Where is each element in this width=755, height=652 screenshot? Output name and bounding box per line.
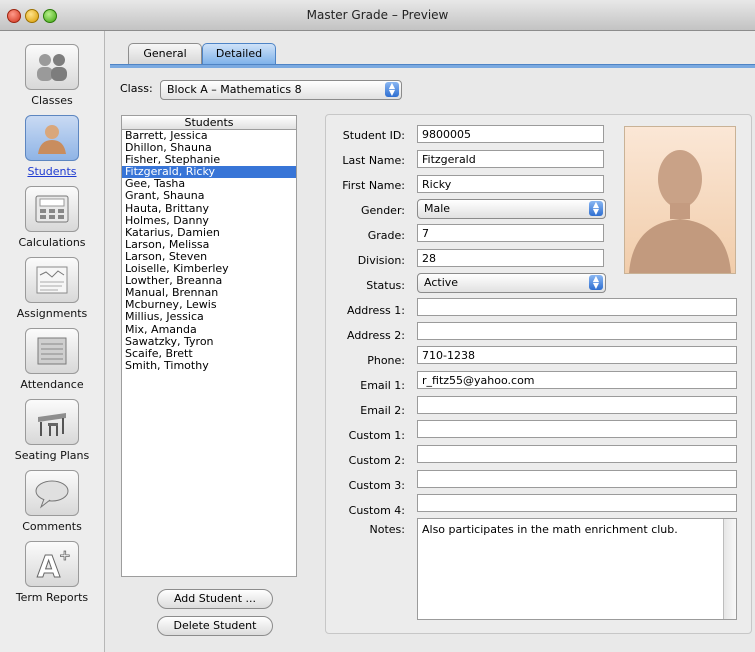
phone-label: Phone: bbox=[367, 354, 405, 367]
sidebar: Classes Students Calculations Assignment… bbox=[0, 31, 105, 652]
student-id-field[interactable]: 9800005 bbox=[417, 125, 604, 143]
notes-scrollbar[interactable] bbox=[723, 519, 736, 619]
class-label: Class: bbox=[120, 82, 153, 95]
speech-bubble-icon bbox=[25, 470, 79, 516]
sidebar-item-label: Students bbox=[27, 165, 77, 178]
phone-field[interactable]: 710-1238 bbox=[417, 346, 737, 364]
notes-textarea[interactable]: Also participates in the math enrichment… bbox=[417, 518, 737, 620]
title-bar: Master Grade – Preview bbox=[0, 0, 755, 31]
svg-text:+: + bbox=[59, 548, 71, 564]
sidebar-item-calculations[interactable]: Calculations bbox=[0, 186, 104, 249]
status-select[interactable]: Active ▲ ▼ bbox=[417, 273, 606, 293]
address2-label: Address 2: bbox=[346, 329, 405, 342]
student-photo bbox=[624, 126, 736, 274]
address2-field[interactable] bbox=[417, 322, 737, 340]
sidebar-item-attendance[interactable]: Attendance bbox=[0, 328, 104, 391]
division-field[interactable]: 28 bbox=[417, 249, 604, 267]
grade-a-plus-icon: A + bbox=[25, 541, 79, 587]
address1-field[interactable] bbox=[417, 298, 737, 316]
sidebar-item-term-reports[interactable]: A + Term Reports bbox=[0, 541, 104, 604]
attendance-icon bbox=[25, 328, 79, 374]
updown-arrow-icon: ▲ ▼ bbox=[589, 275, 603, 290]
window-title: Master Grade – Preview bbox=[306, 8, 449, 22]
sidebar-item-assignments[interactable]: Assignments bbox=[0, 257, 104, 320]
delete-student-button[interactable]: Delete Student bbox=[157, 616, 273, 636]
grade-field[interactable]: 7 bbox=[417, 224, 604, 242]
student-row[interactable]: Hauta, Brittany bbox=[122, 202, 296, 215]
people-icon bbox=[25, 44, 79, 90]
tab-divider bbox=[110, 64, 755, 68]
first-name-field[interactable]: Ricky bbox=[417, 175, 604, 193]
sidebar-item-students[interactable]: Students bbox=[0, 115, 104, 178]
sidebar-item-comments[interactable]: Comments bbox=[0, 470, 104, 533]
custom3-field[interactable] bbox=[417, 470, 737, 488]
last-name-field[interactable]: Fitzgerald bbox=[417, 150, 604, 168]
student-icon bbox=[25, 115, 79, 161]
student-id-label: Student ID: bbox=[342, 129, 405, 142]
custom1-label: Custom 1: bbox=[348, 429, 405, 442]
email1-label: Email 1: bbox=[360, 379, 405, 392]
svg-text:A: A bbox=[37, 550, 61, 581]
student-row[interactable]: Grant, Shauna bbox=[122, 190, 296, 202]
class-select[interactable]: Block A – Mathematics 8 ▲ ▼ bbox=[160, 80, 402, 100]
custom4-label: Custom 4: bbox=[348, 504, 405, 517]
updown-arrow-icon: ▲ ▼ bbox=[589, 201, 603, 216]
calculator-icon bbox=[25, 186, 79, 232]
first-name-label: First Name: bbox=[342, 179, 405, 192]
email2-label: Email 2: bbox=[360, 404, 405, 417]
custom3-label: Custom 3: bbox=[348, 479, 405, 492]
status-label: Status: bbox=[366, 279, 405, 292]
students-list-header: Students bbox=[121, 115, 297, 130]
sidebar-item-label: Term Reports bbox=[15, 591, 89, 604]
sidebar-item-label: Attendance bbox=[20, 378, 84, 391]
desk-icon bbox=[25, 399, 79, 445]
tab-general[interactable]: General bbox=[128, 43, 202, 64]
notes-label: Notes: bbox=[369, 523, 405, 536]
student-row[interactable]: Millius, Jessica bbox=[122, 311, 296, 323]
add-student-button[interactable]: Add Student ... bbox=[157, 589, 273, 609]
email2-field[interactable] bbox=[417, 396, 737, 414]
sidebar-item-label: Seating Plans bbox=[14, 449, 90, 462]
gender-select-value: Male bbox=[424, 202, 451, 215]
sidebar-item-label: Calculations bbox=[18, 236, 86, 249]
last-name-label: Last Name: bbox=[342, 154, 405, 167]
sidebar-item-seating-plans[interactable]: Seating Plans bbox=[0, 399, 104, 462]
app-window: Master Grade – Preview Classes Students bbox=[0, 0, 755, 652]
email1-field[interactable]: r_fitz55@yahoo.com bbox=[417, 371, 737, 389]
address1-label: Address 1: bbox=[346, 304, 405, 317]
sidebar-item-classes[interactable]: Classes bbox=[0, 44, 104, 107]
student-row[interactable]: Mix, Amanda bbox=[122, 323, 296, 336]
class-select-value: Block A – Mathematics 8 bbox=[167, 83, 302, 96]
division-label: Division: bbox=[357, 254, 405, 267]
sidebar-item-label: Comments bbox=[22, 520, 82, 533]
updown-arrow-icon: ▲ ▼ bbox=[385, 82, 399, 97]
custom2-label: Custom 2: bbox=[348, 454, 405, 467]
student-row[interactable]: Smith, Timothy bbox=[122, 359, 296, 372]
tab-detailed[interactable]: Detailed bbox=[202, 43, 276, 64]
sidebar-item-label: Classes bbox=[31, 94, 73, 107]
students-list[interactable]: Barrett, Jessica Dhillon, Shauna Fisher, S… bbox=[121, 129, 297, 577]
student-row[interactable]: Sawatzky, Tyron bbox=[122, 335, 296, 348]
gender-label: Gender: bbox=[360, 204, 405, 217]
student-row[interactable]: Holmes, Danny bbox=[122, 214, 296, 227]
custom2-field[interactable] bbox=[417, 445, 737, 463]
student-row[interactable]: Scaife, Brett bbox=[122, 347, 296, 360]
status-select-value: Active bbox=[424, 276, 459, 289]
notes-text: Also participates in the math enrichment… bbox=[422, 523, 678, 536]
grade-label: Grade: bbox=[367, 229, 405, 242]
document-icon bbox=[25, 257, 79, 303]
custom1-field[interactable] bbox=[417, 420, 737, 438]
gender-select[interactable]: Male ▲ ▼ bbox=[417, 199, 606, 219]
custom4-field[interactable] bbox=[417, 494, 737, 512]
sidebar-item-label: Assignments bbox=[16, 307, 88, 320]
